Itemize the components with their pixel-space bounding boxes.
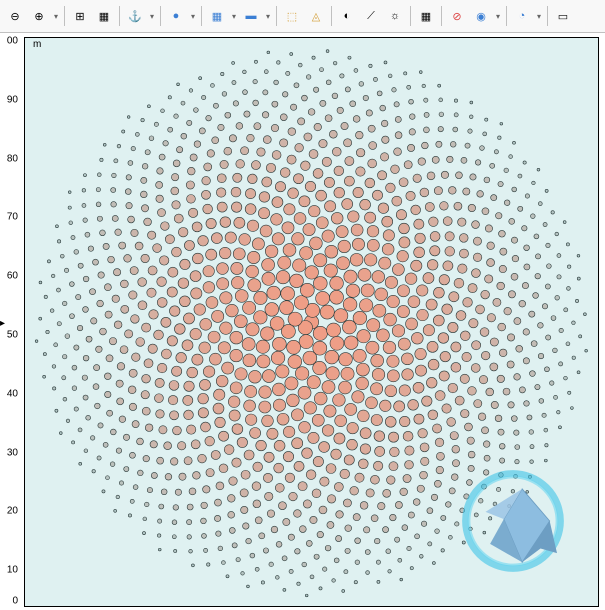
y-tick: 20 [7, 506, 18, 517]
separator [331, 6, 332, 26]
point-style-icon-dropdown[interactable]: ▾ [189, 12, 197, 21]
lighting-icon[interactable]: ☼ [384, 5, 406, 27]
y-tick: 80 [7, 153, 18, 164]
separator [506, 6, 507, 26]
wireframe-icon[interactable]: ⟋ [360, 5, 382, 27]
cursor-marker: ▸ [0, 318, 5, 329]
surface-icon[interactable]: ▬ [240, 5, 262, 27]
select-lasso-icon[interactable]: ◬ [305, 5, 327, 27]
separator [276, 6, 277, 26]
camera-icon[interactable]: ◔ [511, 5, 533, 27]
mesh-icon-dropdown[interactable]: ▾ [230, 12, 238, 21]
graphics-toolbar: ⊖⊕▾⊞▦⚓▾●▾▦▾▬▾⬚◬◐⟋☼▦⊘◉▾◔▾▭ [0, 0, 605, 33]
plot-canvas[interactable]: m [24, 37, 599, 607]
separator [160, 6, 161, 26]
y-tick: 0 [12, 596, 18, 607]
mesh-icon[interactable]: ▦ [206, 5, 228, 27]
y-tick: 10 [7, 565, 18, 576]
zoom-selected-icon[interactable]: ▦ [93, 5, 115, 27]
image-icon[interactable]: ▭ [552, 5, 574, 27]
zoom-out-icon[interactable]: ⊖ [4, 5, 26, 27]
anchor-icon[interactable]: ⚓ [124, 5, 146, 27]
y-tick: 90 [7, 94, 18, 105]
zoom-in-icon-dropdown[interactable]: ▾ [52, 12, 60, 21]
zoom-extents-icon[interactable]: ⊞ [69, 5, 91, 27]
y-tick: 30 [7, 447, 18, 458]
separator [410, 6, 411, 26]
camera-icon-dropdown[interactable]: ▾ [535, 12, 543, 21]
y-tick: 60 [7, 271, 18, 282]
zoom-in-icon[interactable]: ⊕ [28, 5, 50, 27]
hide-icon[interactable]: ⊘ [446, 5, 468, 27]
show-icon-dropdown[interactable]: ▾ [494, 12, 502, 21]
anchor-icon-dropdown[interactable]: ▾ [148, 12, 156, 21]
point-style-icon[interactable]: ● [165, 5, 187, 27]
transparency-icon[interactable]: ◐ [336, 5, 358, 27]
surface-icon-dropdown[interactable]: ▾ [264, 12, 272, 21]
plot-area: 00 90 80 70 60 50 40 30 20 10 0 ▸ m [0, 33, 605, 610]
show-icon[interactable]: ◉ [470, 5, 492, 27]
y-tick: 00 [7, 36, 18, 47]
separator [64, 6, 65, 26]
y-tick: 50 [7, 330, 18, 341]
separator [547, 6, 548, 26]
y-tick: 40 [7, 388, 18, 399]
select-box-icon[interactable]: ⬚ [281, 5, 303, 27]
separator [441, 6, 442, 26]
watermark-logo [458, 466, 568, 576]
y-tick: 70 [7, 212, 18, 223]
grid-icon[interactable]: ▦ [415, 5, 437, 27]
separator [119, 6, 120, 26]
separator [201, 6, 202, 26]
